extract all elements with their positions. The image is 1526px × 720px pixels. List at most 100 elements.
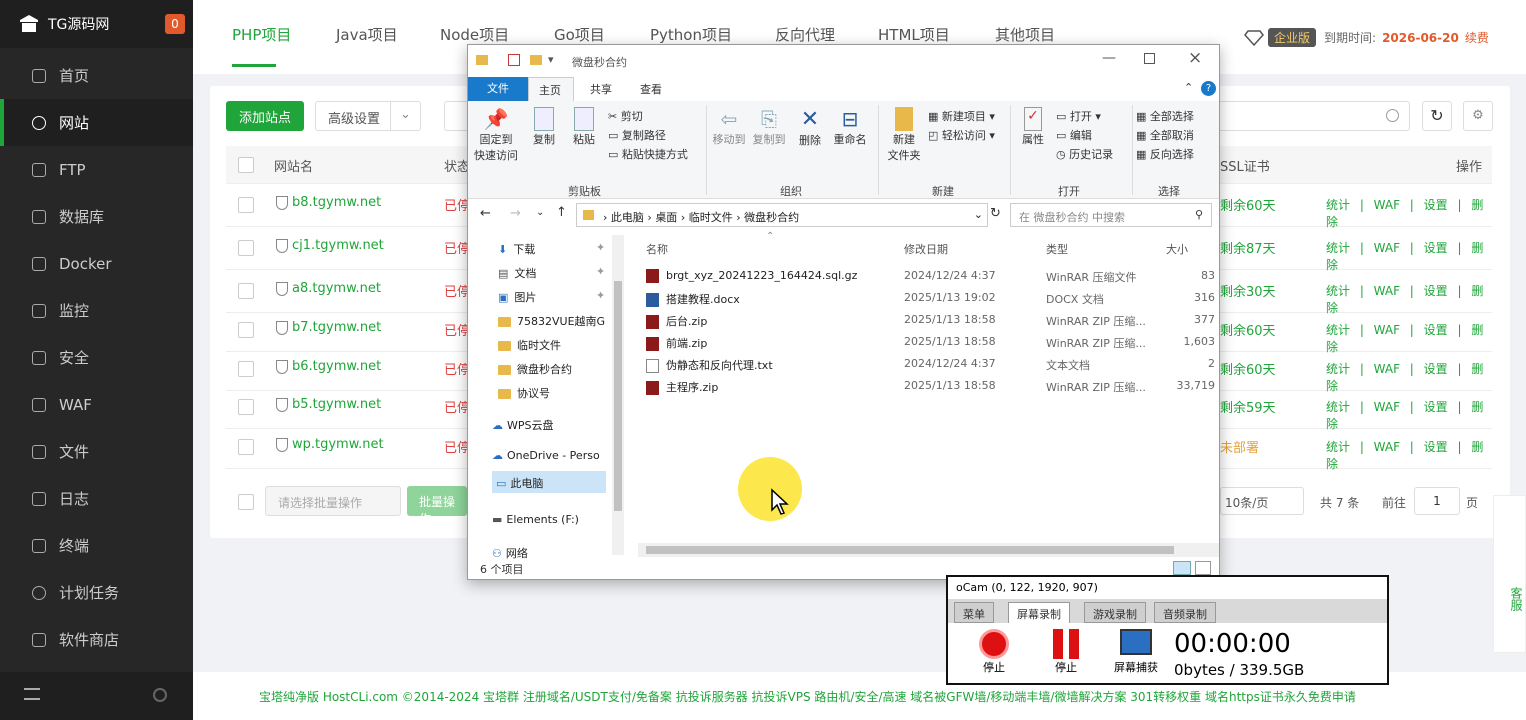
move-to-button[interactable]: ⇦ 移动到 [710,107,748,147]
customer-service-button[interactable]: 客服 [1493,495,1526,653]
file-row[interactable]: brgt_xyz_20241223_164424.sql.gz 2024/12/2… [646,269,1219,290]
site-name-cell[interactable]: b6.tgymw.net [276,359,381,374]
breadcrumb-item[interactable]: 桌面 [655,211,677,224]
nav-item-folder[interactable]: 临时文件 [498,337,561,353]
column-header-size[interactable]: 大小 [1166,241,1188,257]
ribbon-tab-home[interactable]: 主页 [528,77,574,101]
batch-action-button[interactable]: 批量操作 [407,486,467,526]
ribbon-tab-share[interactable]: 共享 [590,81,612,97]
scrollbar-thumb[interactable] [646,546,1174,554]
nav-item-onedrive[interactable]: ☁ OneDrive - Perso [492,449,600,462]
nav-item-downloads[interactable]: ⬇ 下载 ✦ [498,241,605,257]
search-input[interactable] [1218,101,1410,131]
nav-item-drive[interactable]: ▬ Elements (F:) [492,513,579,526]
add-site-button[interactable]: 添加站点 [226,101,304,131]
nav-item-wps-cloud[interactable]: ☁ WPS云盘 [492,417,554,433]
sidebar-item-monitor[interactable]: 监控 [0,287,193,334]
sidebar-item-terminal[interactable]: 终端 [0,522,193,569]
large-icons-view-icon[interactable] [1195,561,1211,575]
column-header-type[interactable]: 类型 [1046,241,1068,257]
back-arrow-icon[interactable]: ← [480,206,491,221]
paste-button[interactable]: 粘贴 [566,107,602,147]
ssl-cell[interactable]: 剩余60天 [1220,320,1276,339]
select-all-footer-checkbox[interactable] [238,494,254,510]
new-folder-quick-icon[interactable] [530,55,542,65]
tab-reverse-proxy[interactable]: 反向代理 [775,24,835,45]
address-dropdown-icon[interactable]: ⌄ [974,208,983,221]
recent-locations-icon[interactable]: ⌄ [536,207,544,218]
site-link[interactable]: cj1.tgymw.net [292,238,384,253]
sidebar-item-logs[interactable]: 日志 [0,475,193,522]
file-row[interactable]: 前端.zip 2025/1/13 18:58 WinRAR ZIP 压缩... 1,6… [646,335,1219,356]
site-name-cell[interactable]: b5.tgymw.net [276,397,381,412]
select-all-checkbox[interactable] [238,157,254,173]
maximize-icon[interactable] [1144,53,1155,64]
ocam-capture-button[interactable]: 屏幕捕获 [1108,629,1164,675]
nav-item-pictures[interactable]: ▣ 图片 ✦ [498,289,605,305]
file-row[interactable]: 伪静态和反向代理.txt 2024/12/24 4:37 文本文档 2 [646,357,1219,378]
site-link[interactable]: a8.tgymw.net [292,281,381,296]
row-actions[interactable]: 统计 | WAF | 设置 | 删除 [1326,438,1492,472]
copy-path-button[interactable]: ▭ 复制路径 [608,126,688,145]
pin-quick-access-button[interactable]: 📌 固定到 快速访问 [474,107,518,163]
site-name-cell[interactable]: b7.tgymw.net [276,320,381,335]
ocam-pause-button[interactable]: 停止 [1044,629,1088,675]
properties-button[interactable]: ✓ 属性 [1016,107,1050,147]
copy-button[interactable]: 复制 [526,107,562,147]
help-icon[interactable]: ? [1201,81,1216,96]
sidebar-item-home[interactable]: 首页 [0,52,193,99]
site-name-cell[interactable]: b8.tgymw.net [276,195,381,210]
nav-item-this-pc[interactable]: ▭ 此电脑 [492,471,606,493]
nav-item-folder[interactable]: 微盘秒合约 [498,361,572,377]
select-all-button[interactable]: ▦ 全部选择 [1136,107,1194,126]
settings-gear-icon[interactable] [153,688,167,702]
tab-java[interactable]: Java项目 [336,24,398,45]
breadcrumb-item[interactable]: 微盘秒合约 [744,211,799,224]
nav-scrollbar[interactable] [612,235,624,555]
notification-badge[interactable]: 0 [165,14,185,34]
row-checkbox[interactable] [238,197,254,213]
per-page-select[interactable]: 10条/页 [1220,487,1304,515]
row-checkbox[interactable] [238,361,254,377]
tab-html[interactable]: HTML项目 [878,24,950,45]
breadcrumb-item[interactable]: 此电脑 [611,211,644,224]
row-checkbox[interactable] [238,439,254,455]
cut-button[interactable]: ✂ 剪切 [608,107,688,126]
site-link[interactable]: b8.tgymw.net [292,195,381,210]
breadcrumb-item[interactable]: 临时文件 [689,211,733,224]
sidebar-item-security[interactable]: 安全 [0,334,193,381]
quick-access-dropdown-icon[interactable]: ▾ [548,53,554,66]
history-button[interactable]: ◷ 历史记录 [1056,145,1113,164]
edit-button[interactable]: ▭ 编辑 [1056,126,1113,145]
collapse-menu-icon[interactable] [24,688,40,700]
row-checkbox[interactable] [238,240,254,256]
paste-shortcut-button[interactable]: ▭ 粘贴快捷方式 [608,145,688,164]
ribbon-tab-file[interactable]: 文件 [468,77,528,101]
forward-arrow-icon[interactable]: → [510,206,521,221]
tab-other[interactable]: 其他项目 [995,24,1055,45]
up-arrow-icon[interactable]: ↑ [556,205,567,220]
row-actions[interactable]: 统计 | WAF | 设置 | 删除 [1326,239,1492,273]
ssl-cell[interactable]: 剩余60天 [1220,359,1276,378]
site-link[interactable]: wp.tgymw.net [292,437,384,452]
ribbon-tab-view[interactable]: 查看 [640,81,662,97]
row-checkbox[interactable] [238,399,254,415]
rename-button[interactable]: ⊟ 重命名 [830,107,870,147]
easy-access-button[interactable]: ◰ 轻松访问 ▾ [928,126,995,145]
folder-search-input[interactable]: 在 微盘秒合约 中搜索 ⚲ [1010,203,1212,227]
file-row[interactable]: 后台.zip 2025/1/13 18:58 WinRAR ZIP 压缩... 377 [646,313,1219,334]
tab-node[interactable]: Node项目 [440,24,509,45]
ssl-cell[interactable]: 剩余59天 [1220,397,1276,416]
row-checkbox[interactable] [238,322,254,338]
select-none-button[interactable]: ▦ 全部取消 [1136,126,1194,145]
copy-to-button[interactable]: ⎘ 复制到 [750,107,788,147]
batch-action-select[interactable]: 请选择批量操作 [265,486,401,516]
new-folder-button[interactable]: 新建 文件夹 [882,107,926,163]
minimize-icon[interactable]: — [1102,50,1116,66]
delete-button[interactable]: ✕ 删除 [794,107,826,148]
page-input[interactable]: 1 [1414,487,1460,515]
ssl-cell[interactable]: 未部署 [1220,437,1259,456]
sidebar-item-store[interactable]: 软件商店 [0,616,193,663]
sidebar-item-database[interactable]: 数据库 [0,193,193,240]
collapse-ribbon-icon[interactable]: ⌃ [1184,81,1193,94]
